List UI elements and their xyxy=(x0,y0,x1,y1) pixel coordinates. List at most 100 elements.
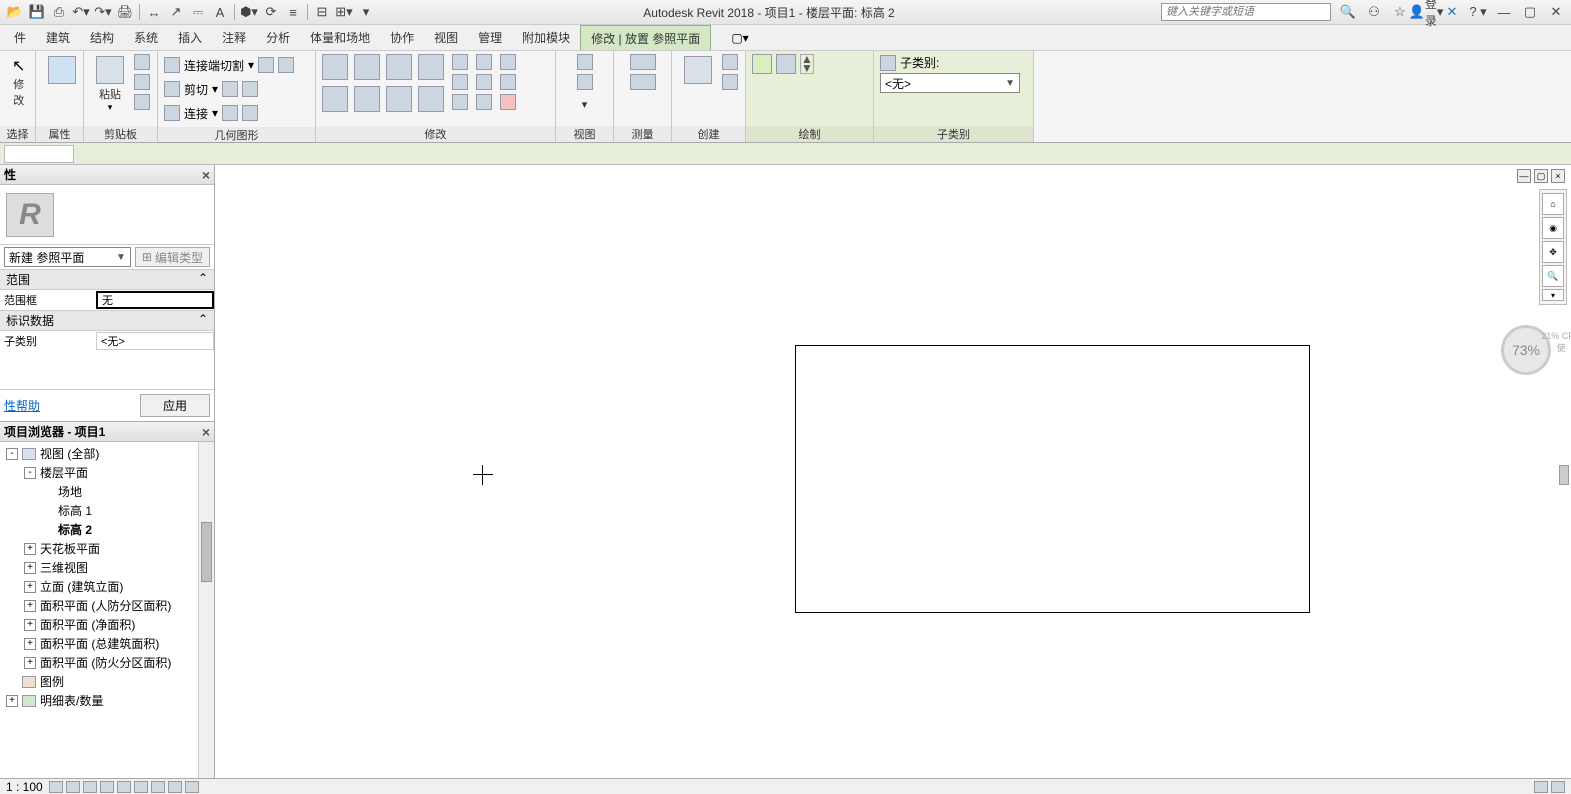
tree-toggle-icon[interactable]: + xyxy=(24,581,36,593)
tree-node[interactable]: +面积平面 (净面积) xyxy=(2,615,212,634)
tab-massing[interactable]: 体量和场地 xyxy=(300,25,380,50)
tag-icon[interactable]: ⎓ xyxy=(187,2,209,22)
modify-button[interactable]: ↖修改 xyxy=(6,54,31,110)
section-icon[interactable]: ⟳ xyxy=(260,2,282,22)
create-similar-button[interactable] xyxy=(678,54,718,88)
tab-analyze[interactable]: 分析 xyxy=(256,25,300,50)
exchange-icon[interactable]: ✕ xyxy=(1441,2,1463,22)
nav-pan-icon[interactable]: ✥ xyxy=(1542,241,1564,263)
paste-button[interactable]: 粘贴▾ xyxy=(90,54,130,115)
tree-toggle-icon[interactable]: + xyxy=(24,600,36,612)
status-crop-icon[interactable] xyxy=(117,781,131,793)
tab-modify-context[interactable]: 修改 | 放置 参照平面 xyxy=(580,25,711,50)
search-input[interactable] xyxy=(1161,3,1331,21)
tab-collab[interactable]: 协作 xyxy=(380,25,424,50)
lock-icon[interactable] xyxy=(476,94,492,110)
type-selector[interactable]: 新建 参照平面▼ xyxy=(4,247,131,267)
tab-addins[interactable]: 附加模块 xyxy=(512,25,580,50)
tree-toggle-icon[interactable]: - xyxy=(6,448,18,460)
save-icon[interactable]: 💾 xyxy=(26,2,48,22)
open-icon[interactable]: 📂 xyxy=(4,2,26,22)
mirror-draw-icon[interactable] xyxy=(418,54,444,80)
join-aux-icon[interactable] xyxy=(222,105,238,121)
undo-icon[interactable]: ↶▾ xyxy=(70,2,92,22)
subcat-prop-field[interactable]: <无> xyxy=(96,332,214,350)
text-icon[interactable]: A xyxy=(209,2,231,22)
nav-zoom-icon[interactable]: 🔍 xyxy=(1542,265,1564,287)
join-aux2-icon[interactable] xyxy=(242,105,258,121)
help-icon[interactable]: ? ▾ xyxy=(1467,2,1489,22)
tree-node[interactable]: +天花板平面 xyxy=(2,539,212,558)
tree-toggle-icon[interactable]: + xyxy=(24,619,36,631)
tree-toggle-icon[interactable]: + xyxy=(24,638,36,650)
tree-node[interactable]: 场地 xyxy=(2,482,212,501)
splitgap-icon[interactable] xyxy=(452,94,468,110)
status-visual-icon[interactable] xyxy=(66,781,80,793)
cutclip-icon[interactable] xyxy=(134,54,150,70)
tree-node[interactable]: +面积平面 (防火分区面积) xyxy=(2,653,212,672)
status-detail-icon[interactable] xyxy=(49,781,63,793)
view-min-icon[interactable]: — xyxy=(1517,169,1531,183)
tree-node[interactable]: +明细表/数量 xyxy=(2,691,212,710)
tab-insert[interactable]: 插入 xyxy=(168,25,212,50)
drawing-canvas[interactable]: — ▢ × ⌂ ◉ ✥ 🔍 ▾ 73% 21% CPU使 xyxy=(215,165,1571,778)
delete-icon[interactable] xyxy=(500,94,516,110)
view-max-icon[interactable]: ▢ xyxy=(1534,169,1548,183)
offset-spinner[interactable]: ▲▼ xyxy=(800,54,814,74)
edit-type-button[interactable]: ⊞ 编辑类型 xyxy=(135,247,210,267)
align-icon[interactable] xyxy=(322,54,348,80)
tree-node[interactable]: 标高 1 xyxy=(2,501,212,520)
scale-display[interactable]: 1 : 100 xyxy=(6,780,43,794)
signin-button[interactable]: 👤 登录 ▾ xyxy=(1415,2,1437,22)
align-dim-icon[interactable]: ↗ xyxy=(165,2,187,22)
redo-icon[interactable]: ↷▾ xyxy=(92,2,114,22)
status-temp-icon[interactable] xyxy=(168,781,182,793)
tab-file[interactable]: 件 xyxy=(4,25,36,50)
measure-icon[interactable]: ↔ xyxy=(143,2,165,22)
scale-icon[interactable] xyxy=(476,54,492,70)
pin-icon[interactable] xyxy=(452,74,468,90)
tree-node[interactable]: -楼层平面 xyxy=(2,463,212,482)
browser-close-icon[interactable]: × xyxy=(202,424,210,440)
unpin-icon[interactable] xyxy=(476,74,492,90)
hideiso-icon[interactable] xyxy=(577,54,593,70)
switch-win-icon[interactable]: ⊞▾ xyxy=(333,2,355,22)
tab-systems[interactable]: 系统 xyxy=(124,25,168,50)
group-icon[interactable] xyxy=(722,74,738,90)
properties-help-link[interactable]: 性帮助 xyxy=(4,397,40,414)
tree-node[interactable]: 图例 xyxy=(2,672,212,691)
offset-icon[interactable] xyxy=(354,54,380,80)
sync-icon[interactable]: ⎙ xyxy=(48,2,70,22)
properties-button[interactable] xyxy=(42,54,82,88)
section-identity[interactable]: 标识数据⌃ xyxy=(0,310,214,331)
split-icon[interactable] xyxy=(500,54,516,70)
properties-close-icon[interactable]: × xyxy=(202,167,210,183)
tree-node[interactable]: -视图 (全部) xyxy=(2,444,212,463)
array-icon[interactable] xyxy=(452,54,468,70)
copy-icon[interactable] xyxy=(354,86,380,112)
minimize-icon[interactable]: — xyxy=(1493,2,1515,22)
section-range[interactable]: 范围⌃ xyxy=(0,269,214,290)
tree-node[interactable]: +立面 (建筑立面) xyxy=(2,577,212,596)
tab-arch[interactable]: 建筑 xyxy=(36,25,80,50)
trim-icon[interactable] xyxy=(418,86,444,112)
cope-aux-icon[interactable] xyxy=(258,57,274,73)
line-draw-icon[interactable] xyxy=(752,54,772,74)
tab-view[interactable]: 视图 xyxy=(424,25,468,50)
tab-annotate[interactable]: 注释 xyxy=(212,25,256,50)
cut-button[interactable]: 剪切 ▾ xyxy=(164,78,309,100)
options-slot[interactable] xyxy=(4,145,74,163)
tab-manage[interactable]: 管理 xyxy=(468,25,512,50)
comm-icon[interactable]: ⚇ xyxy=(1363,2,1385,22)
qat-dropdown-icon[interactable]: ▾ xyxy=(355,2,377,22)
cope-button[interactable]: 连接端切割 ▾ xyxy=(164,54,309,76)
tree-toggle-icon[interactable]: + xyxy=(6,695,18,707)
status-shadow-icon[interactable] xyxy=(100,781,114,793)
cut-aux2-icon[interactable] xyxy=(242,81,258,97)
status-prop-icon[interactable] xyxy=(185,781,199,793)
nav-wheel-icon[interactable]: ◉ xyxy=(1542,217,1564,239)
family-icon[interactable] xyxy=(722,54,738,70)
play-control[interactable]: ▢▾ xyxy=(731,25,748,50)
copyclip-icon[interactable] xyxy=(134,74,150,90)
join-button[interactable]: 连接 ▾ xyxy=(164,102,309,124)
